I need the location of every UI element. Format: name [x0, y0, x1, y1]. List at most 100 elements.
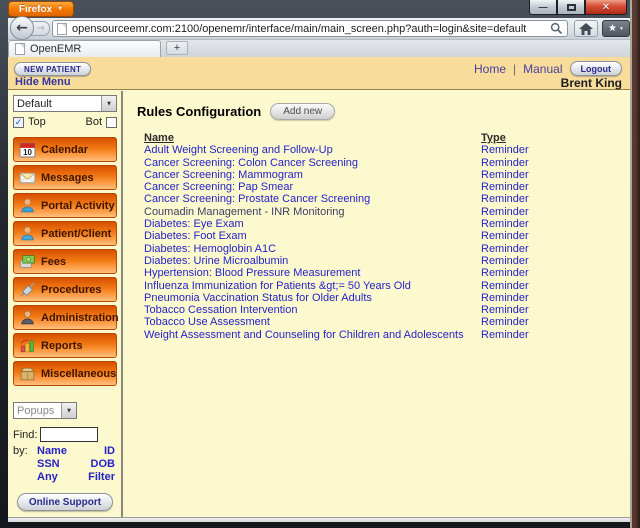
frame-position-row: ✓ Top Bot [13, 116, 117, 128]
rule-type: Reminder [481, 279, 529, 292]
sidebar-item-patient-client[interactable]: Patient/Client [13, 221, 117, 246]
sidebar-item-portal-activity[interactable]: Portal Activity [13, 193, 117, 218]
rule-name-link[interactable]: Hypertension: Blood Pressure Measurement [144, 267, 481, 279]
search-by-any-link[interactable]: Any [37, 471, 79, 483]
rule-name-link[interactable]: Cancer Screening: Colon Cancer Screening [144, 157, 481, 169]
rule-type: Reminder [481, 304, 529, 317]
rule-name-link[interactable]: Diabetes: Eye Exam [144, 218, 481, 230]
user-name: Brent King [560, 76, 622, 90]
bookmarks-button[interactable]: ★ ▼ [602, 20, 630, 37]
rule-name-link[interactable]: Diabetes: Foot Exam [144, 230, 481, 242]
logout-button[interactable]: Logout [569, 61, 622, 76]
category-select-value: Default [17, 97, 52, 110]
sidebar-item-administration[interactable]: Administration [13, 305, 119, 330]
sidebar-item-reports[interactable]: Reports [13, 333, 117, 358]
new-tab-button[interactable]: + [166, 41, 188, 55]
chevron-down-icon: ▼ [57, 6, 64, 12]
fees-icon [20, 255, 35, 268]
rule-type: Reminder [481, 156, 529, 169]
find-label: Find: [13, 428, 38, 441]
home-link[interactable]: Home [474, 62, 506, 76]
rule-name-link[interactable]: Tobacco Use Assessment [144, 316, 481, 328]
page-icon [15, 43, 25, 55]
firefox-menu-button[interactable]: Firefox ▼ [8, 1, 74, 17]
sidebar-menu: 10 Calendar Messages Portal Activity Pat… [13, 137, 119, 386]
search-filter-link[interactable]: Filter [79, 471, 115, 483]
firefox-button-label: Firefox [18, 3, 53, 15]
rule-name-link[interactable]: Diabetes: Urine Microalbumin [144, 255, 481, 267]
back-button[interactable]: ← [10, 16, 34, 40]
star-icon: ★ [608, 23, 617, 34]
home-button[interactable] [574, 20, 598, 37]
openemr-app: NEW PATIENT Hide Menu Home | Manual Logo… [8, 57, 630, 517]
rule-type: Reminder [481, 267, 529, 280]
rule-type: Reminder [481, 193, 529, 206]
online-support-button[interactable]: Online Support [16, 493, 114, 511]
rule-type: Reminder [481, 168, 529, 181]
titlebar: Firefox ▼ — ✕ [0, 0, 640, 18]
rule-name-link[interactable]: Cancer Screening: Pap Smear [144, 181, 481, 193]
rule-type: Reminder [481, 291, 529, 304]
find-input[interactable] [40, 427, 99, 442]
top-checkbox[interactable]: ✓ [13, 116, 24, 128]
rule-name-link[interactable]: Influenza Immunization for Patients &gt;… [144, 280, 481, 292]
search-by-id-link[interactable]: ID [79, 445, 115, 457]
sidebar-item-label: Calendar [41, 143, 89, 156]
chevron-down-icon: ▼ [619, 25, 624, 32]
rule-name-link[interactable]: Adult Weight Screening and Follow-Up [144, 144, 481, 156]
sidebar-item-label: Miscellaneous [41, 367, 117, 380]
app-header: NEW PATIENT Hide Menu Home | Manual Logo… [8, 57, 630, 90]
search-by-dob-link[interactable]: DOB [79, 458, 115, 470]
back-arrow-icon: ← [16, 20, 28, 36]
bot-label: Bot [85, 116, 102, 128]
rule-name-link[interactable]: Cancer Screening: Prostate Cancer Screen… [144, 193, 481, 205]
rule-name-link[interactable]: Weight Assessment and Counseling for Chi… [144, 329, 481, 341]
tab-openemr[interactable]: OpenEMR [8, 40, 161, 57]
url-bar[interactable]: opensourceemr.com:2100/openemr/interface… [52, 20, 568, 37]
minimize-button[interactable]: — [529, 0, 557, 15]
popups-select[interactable]: Popups ▼ [13, 402, 77, 419]
sidebar-item-procedures[interactable]: Procedures [13, 277, 117, 302]
tab-title: OpenEMR [30, 43, 82, 55]
rule-name-link[interactable]: Coumadin Management - INR Monitoring [144, 206, 481, 218]
column-header-name: Name [144, 132, 174, 144]
sidebar-item-miscellaneous[interactable]: Miscellaneous [13, 361, 117, 386]
rule-name-link[interactable]: Diabetes: Hemoglobin A1C [144, 243, 481, 255]
by-label: by: [13, 445, 28, 457]
popups-select-value: Popups [17, 404, 55, 417]
page-title: Rules Configuration [137, 104, 262, 119]
rule-type: Reminder [481, 316, 529, 329]
plus-icon: + [173, 42, 181, 54]
rule-name-link[interactable]: Pneumonia Vaccination Status for Older A… [144, 292, 481, 304]
hide-menu-link[interactable]: Hide Menu [15, 76, 71, 88]
manual-link[interactable]: Manual [523, 62, 562, 76]
procedures-icon [20, 282, 35, 297]
forward-arrow-icon: → [36, 23, 45, 34]
sidebar-item-fees[interactable]: Fees [13, 249, 117, 274]
sidebar-item-label: Messages [41, 171, 94, 184]
tab-bar: OpenEMR + [8, 40, 630, 57]
sidebar-item-calendar[interactable]: 10 Calendar [13, 137, 117, 162]
rule-name-link[interactable]: Tobacco Cessation Intervention [144, 304, 481, 316]
new-patient-button[interactable]: NEW PATIENT [14, 62, 92, 76]
sidebar-item-messages[interactable]: Messages [13, 165, 117, 190]
rule-type: Reminder [481, 181, 529, 194]
category-select[interactable]: Default ▼ [13, 95, 117, 112]
search-by-ssn-link[interactable]: SSN [37, 458, 79, 470]
messages-icon [19, 172, 36, 184]
patient-client-icon [21, 226, 34, 241]
rule-name-link[interactable]: Cancer Screening: Mammogram [144, 169, 481, 181]
chevron-down-icon: ▼ [101, 96, 116, 111]
column-header-type: Type [481, 132, 506, 144]
reports-icon [20, 339, 34, 353]
maximize-button[interactable] [557, 0, 585, 15]
bot-checkbox[interactable] [106, 116, 117, 128]
close-button[interactable]: ✕ [585, 0, 627, 15]
window-controls: — ✕ [529, 0, 627, 15]
administration-icon [21, 310, 34, 325]
add-new-button[interactable]: Add new [270, 103, 336, 120]
url-text[interactable]: opensourceemr.com:2100/openemr/interface… [72, 23, 545, 35]
search-icon[interactable] [550, 22, 563, 35]
search-by-name-link[interactable]: Name [37, 445, 79, 457]
sidebar-item-label: Fees [41, 255, 67, 268]
